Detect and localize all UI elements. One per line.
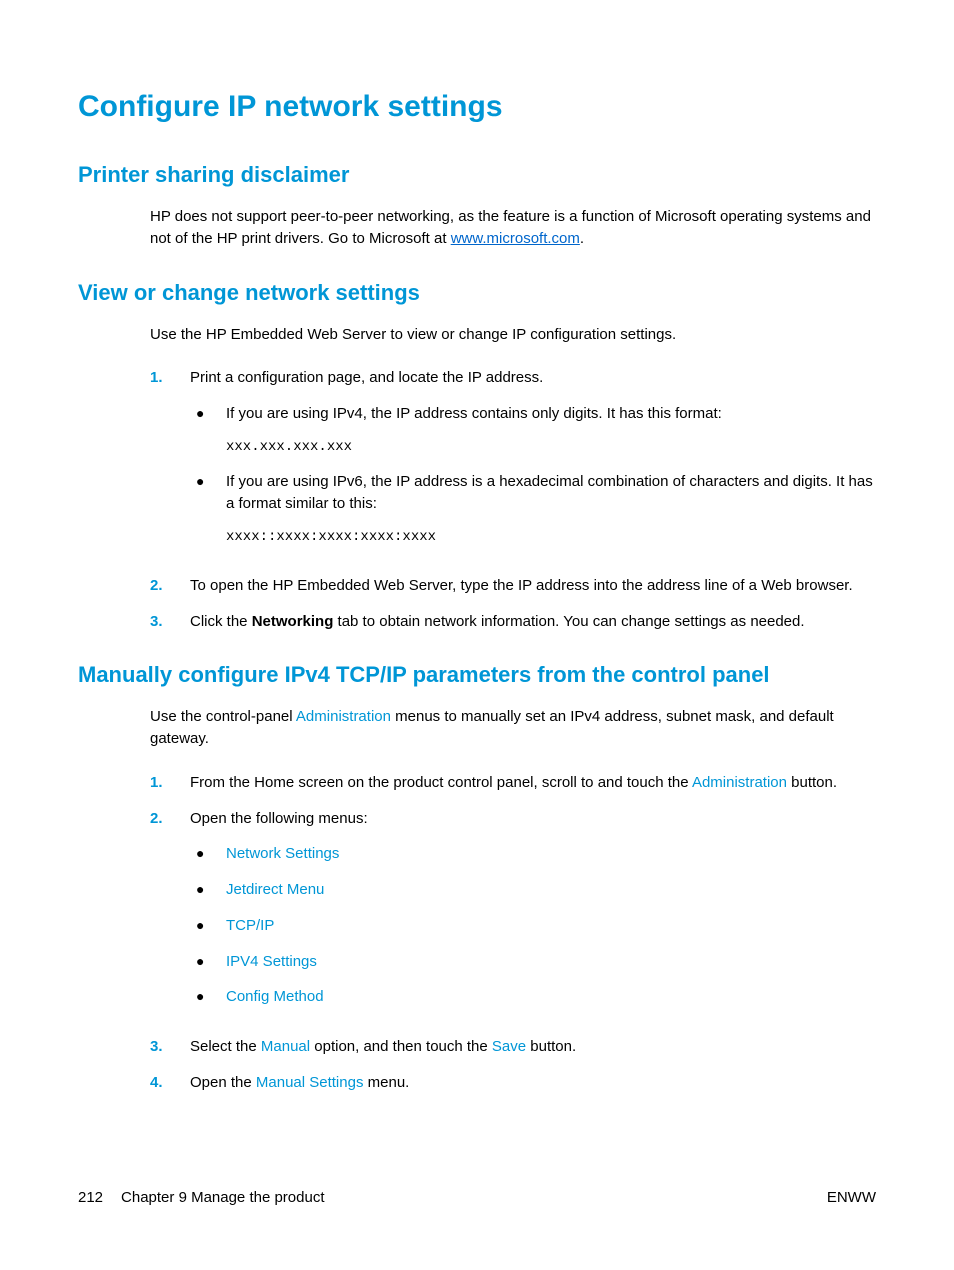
step-text-post: button. — [787, 774, 837, 791]
administration-ref: Administration — [692, 774, 787, 791]
step-text-post: menu. — [363, 1074, 409, 1091]
disclaimer-text-post: . — [580, 230, 584, 247]
list-item: ●TCP/IP — [190, 915, 876, 937]
view-intro: Use the HP Embedded Web Server to view o… — [150, 324, 876, 346]
bullet-icon: ● — [190, 879, 226, 901]
step-number: 3. — [150, 1036, 190, 1058]
page-footer: 212 Chapter 9 Manage the product ENWW — [78, 1189, 876, 1206]
list-item: 4. Open the Manual Settings menu. — [150, 1072, 876, 1094]
manual-ref: Manual — [261, 1038, 310, 1055]
manual-heading: Manually configure IPv4 TCP/IP parameter… — [78, 662, 876, 688]
sub-bullets: ● If you are using IPv4, the IP address … — [190, 403, 876, 547]
menu-item: Jetdirect Menu — [226, 879, 876, 901]
section-view: View or change network settings Use the … — [78, 280, 876, 633]
bullet-icon: ● — [190, 986, 226, 1008]
networking-label: Networking — [252, 613, 334, 630]
menu-item: Network Settings — [226, 843, 876, 865]
list-item: ● If you are using IPv4, the IP address … — [190, 403, 876, 457]
step-text-post: tab to obtain network information. You c… — [333, 613, 804, 630]
menu-item: TCP/IP — [226, 915, 876, 937]
step-number: 1. — [150, 367, 190, 561]
administration-ref: Administration — [296, 708, 391, 725]
list-item: ●Config Method — [190, 986, 876, 1008]
list-item: ●Network Settings — [190, 843, 876, 865]
manual-steps: 1. From the Home screen on the product c… — [150, 772, 876, 1094]
page-number: 212 — [78, 1189, 103, 1206]
bullet-text: If you are using IPv6, the IP address is… — [226, 473, 873, 512]
bullet-icon: ● — [190, 951, 226, 973]
code-sample: xxxx::xxxx:xxxx:xxxx:xxxx — [226, 527, 876, 547]
save-ref: Save — [492, 1038, 526, 1055]
view-heading: View or change network settings — [78, 280, 876, 306]
menu-item: IPV4 Settings — [226, 951, 876, 973]
step-text: Open the following menus: — [190, 810, 368, 827]
disclaimer-body: HP does not support peer-to-peer network… — [150, 206, 876, 250]
step-number: 2. — [150, 575, 190, 597]
step-number: 1. — [150, 772, 190, 794]
list-item: 3. Select the Manual option, and then to… — [150, 1036, 876, 1058]
disclaimer-heading: Printer sharing disclaimer — [78, 162, 876, 188]
step-number: 2. — [150, 808, 190, 1023]
menu-list: ●Network Settings ●Jetdirect Menu ●TCP/I… — [190, 843, 876, 1008]
list-item: 2. To open the HP Embedded Web Server, t… — [150, 575, 876, 597]
manual-intro: Use the control-panel Administration men… — [150, 706, 876, 750]
step-text-pre: From the Home screen on the product cont… — [190, 774, 692, 791]
step-text-pre: Open the — [190, 1074, 256, 1091]
view-steps: 1. Print a configuration page, and locat… — [150, 367, 876, 632]
step-text: Print a configuration page, and locate t… — [190, 369, 543, 386]
bullet-icon: ● — [190, 403, 226, 457]
language-code: ENWW — [827, 1189, 876, 1206]
step-text: To open the HP Embedded Web Server, type… — [190, 575, 876, 597]
step-text-mid: option, and then touch the — [310, 1038, 492, 1055]
microsoft-link[interactable]: www.microsoft.com — [451, 230, 580, 247]
intro-pre: Use the control-panel — [150, 708, 296, 725]
bullet-icon: ● — [190, 471, 226, 547]
bullet-icon: ● — [190, 915, 226, 937]
menu-item: Config Method — [226, 986, 876, 1008]
step-text-post: button. — [526, 1038, 576, 1055]
list-item: 2. Open the following menus: ●Network Se… — [150, 808, 876, 1023]
step-number: 4. — [150, 1072, 190, 1094]
list-item: 1. From the Home screen on the product c… — [150, 772, 876, 794]
step-text-pre: Click the — [190, 613, 252, 630]
bullet-text: If you are using IPv4, the IP address co… — [226, 405, 722, 422]
step-number: 3. — [150, 611, 190, 633]
section-disclaimer: Printer sharing disclaimer HP does not s… — [78, 162, 876, 250]
code-sample: xxx.xxx.xxx.xxx — [226, 437, 876, 457]
list-item: 3. Click the Networking tab to obtain ne… — [150, 611, 876, 633]
step-text-pre: Select the — [190, 1038, 261, 1055]
bullet-icon: ● — [190, 843, 226, 865]
section-manual: Manually configure IPv4 TCP/IP parameter… — [78, 662, 876, 1093]
chapter-label: Chapter 9 Manage the product — [121, 1189, 324, 1206]
list-item: ●IPV4 Settings — [190, 951, 876, 973]
list-item: 1. Print a configuration page, and locat… — [150, 367, 876, 561]
page-title: Configure IP network settings — [78, 90, 876, 124]
list-item: ●Jetdirect Menu — [190, 879, 876, 901]
manual-settings-ref: Manual Settings — [256, 1074, 364, 1091]
list-item: ● If you are using IPv6, the IP address … — [190, 471, 876, 547]
